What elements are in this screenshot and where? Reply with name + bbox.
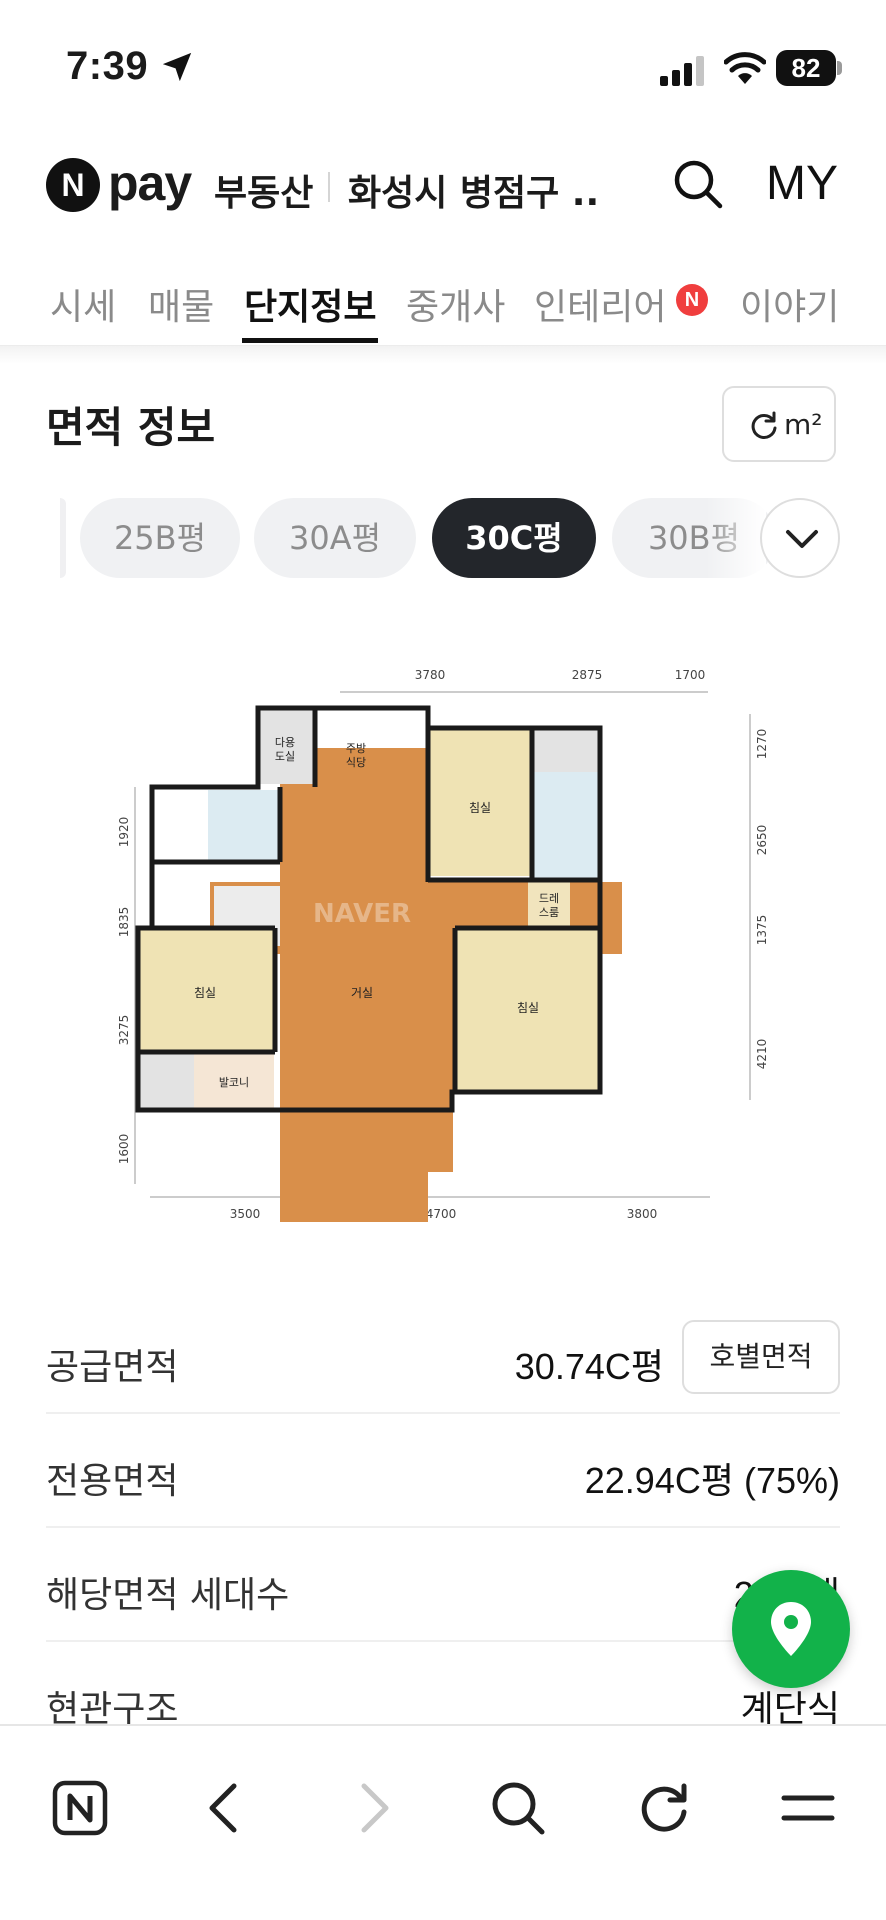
expand-chips-button[interactable] [760,498,840,578]
header-divider [328,172,330,202]
label-bedroom-3: 침실 [517,1001,539,1015]
chip-30a[interactable]: 30A평 [254,498,416,578]
chip-previous-partial[interactable] [60,498,66,578]
battery-indicator: 82 [776,50,842,86]
dim-left-4: 1600 [117,1134,131,1165]
location-arrow-icon [162,52,192,82]
status-bar: 7:39 82 [0,0,886,120]
new-badge: N [676,284,708,316]
battery-level: 82 [776,50,836,86]
status-time: 7:39 [66,44,149,88]
cellular-signal-icon [660,56,704,86]
bathroom-2 [532,772,600,880]
label-kitchen-1: 주방 [346,742,366,755]
bathtub-area [154,790,208,860]
dim-left-2: 1835 [117,907,131,938]
households-label: 해당면적 세대수 [46,1575,290,1616]
label-dress-1: 드레 [539,892,559,905]
tab-interior[interactable]: 인테리어 [534,278,666,330]
dim-top-2: 2875 [572,668,603,682]
info-row-households: 해당면적 세대수 27세대 [46,1528,840,1642]
supply-area-label: 공급면적 [46,1347,179,1388]
back-icon[interactable] [196,1778,256,1838]
supply-area-value: 30.74C평 [514,1346,664,1387]
exclusive-area-label: 전용면적 [46,1461,179,1502]
battery-nub [837,61,842,75]
tab-bar: 시세 매물 단지정보 중개사 인테리어 N 이야기 [0,250,886,346]
chevron-down-icon [786,530,818,548]
dim-bottom-1: 3500 [230,1207,261,1221]
info-row-exclusive-area: 전용면적 22.94C평 (75%) [46,1414,840,1528]
tab-listings[interactable]: 매물 [148,278,214,330]
my-menu-button[interactable]: MY [766,156,838,211]
exclusive-area-value: 22.94C평 (75%) [584,1460,840,1501]
floor-plan: 3780 2875 1700 3500 4700 3800 1920 1835 … [117,668,769,1222]
logo-pay-text[interactable]: pay [108,154,192,212]
reload-icon[interactable] [634,1778,694,1838]
complex-title[interactable]: 화성시 병점구 ... [348,164,598,216]
map-location-button[interactable] [732,1570,850,1688]
tab-stories[interactable]: 이야기 [740,278,839,330]
search-toolbar-icon[interactable] [488,1778,548,1838]
label-utility-2: 도실 [275,750,295,763]
header-shadow [0,346,886,364]
label-bedroom-1: 침실 [469,801,491,815]
dim-right-2: 2650 [755,825,769,856]
tab-price[interactable]: 시세 [50,278,116,330]
label-living: 거실 [351,986,373,1000]
bathroom-1 [208,790,280,860]
chip-25b[interactable]: 25B평 [80,498,240,578]
label-utility-1: 다용 [275,736,295,749]
label-dress-2: 스룸 [539,906,559,919]
kitchen-counter [315,708,427,748]
menu-icon[interactable] [778,1778,838,1838]
living-floor-lower [280,952,453,1172]
dim-right-1: 1270 [755,729,769,760]
map-pin-icon [771,1602,811,1656]
service-name[interactable]: 부동산 [214,164,313,216]
area-type-chips: 25B평 30A평 30C평 30B평 [0,498,886,580]
dim-left-1: 1920 [117,817,131,848]
unit-label: m² [784,408,823,441]
unit-area-button[interactable]: 호별면적 [682,1320,840,1394]
tab-complex-info[interactable]: 단지정보 [244,278,376,330]
naver-watermark: NAVER [313,899,411,929]
chip-fade [706,498,766,578]
app-header: N pay 부동산 화성시 병점구 ... MY [0,120,886,250]
closet-1 [532,728,600,772]
storage [140,1052,194,1112]
info-row-supply-area: 공급면적 30.74C평 호별면적 [46,1300,840,1414]
dim-top-1: 3780 [415,668,446,682]
naver-home-icon[interactable] [50,1778,110,1838]
tab-agents[interactable]: 중개사 [406,278,505,330]
dress-room [528,882,570,928]
dim-right-3: 1375 [755,915,769,946]
label-bedroom-2: 침실 [194,986,216,1000]
dim-right-4: 4210 [755,1039,769,1070]
dim-left-3: 3275 [117,1015,131,1046]
dim-bottom-2: 4700 [426,1207,457,1221]
active-tab-indicator [242,338,378,343]
wifi-icon [724,52,766,84]
dim-top-3: 1700 [675,668,706,682]
search-icon[interactable] [670,156,726,212]
npay-logo-icon[interactable]: N [46,158,100,212]
label-kitchen-2: 식당 [346,756,366,769]
dim-bottom-3: 3800 [627,1207,658,1221]
forward-icon[interactable] [342,1778,402,1838]
section-title: 면적 정보 [46,403,216,452]
label-balcony: 발코니 [219,1076,249,1089]
unit-toggle-button[interactable]: m² [722,386,836,462]
browser-toolbar [0,1724,886,1920]
chip-30c[interactable]: 30C평 [432,498,596,578]
refresh-icon [751,411,777,439]
